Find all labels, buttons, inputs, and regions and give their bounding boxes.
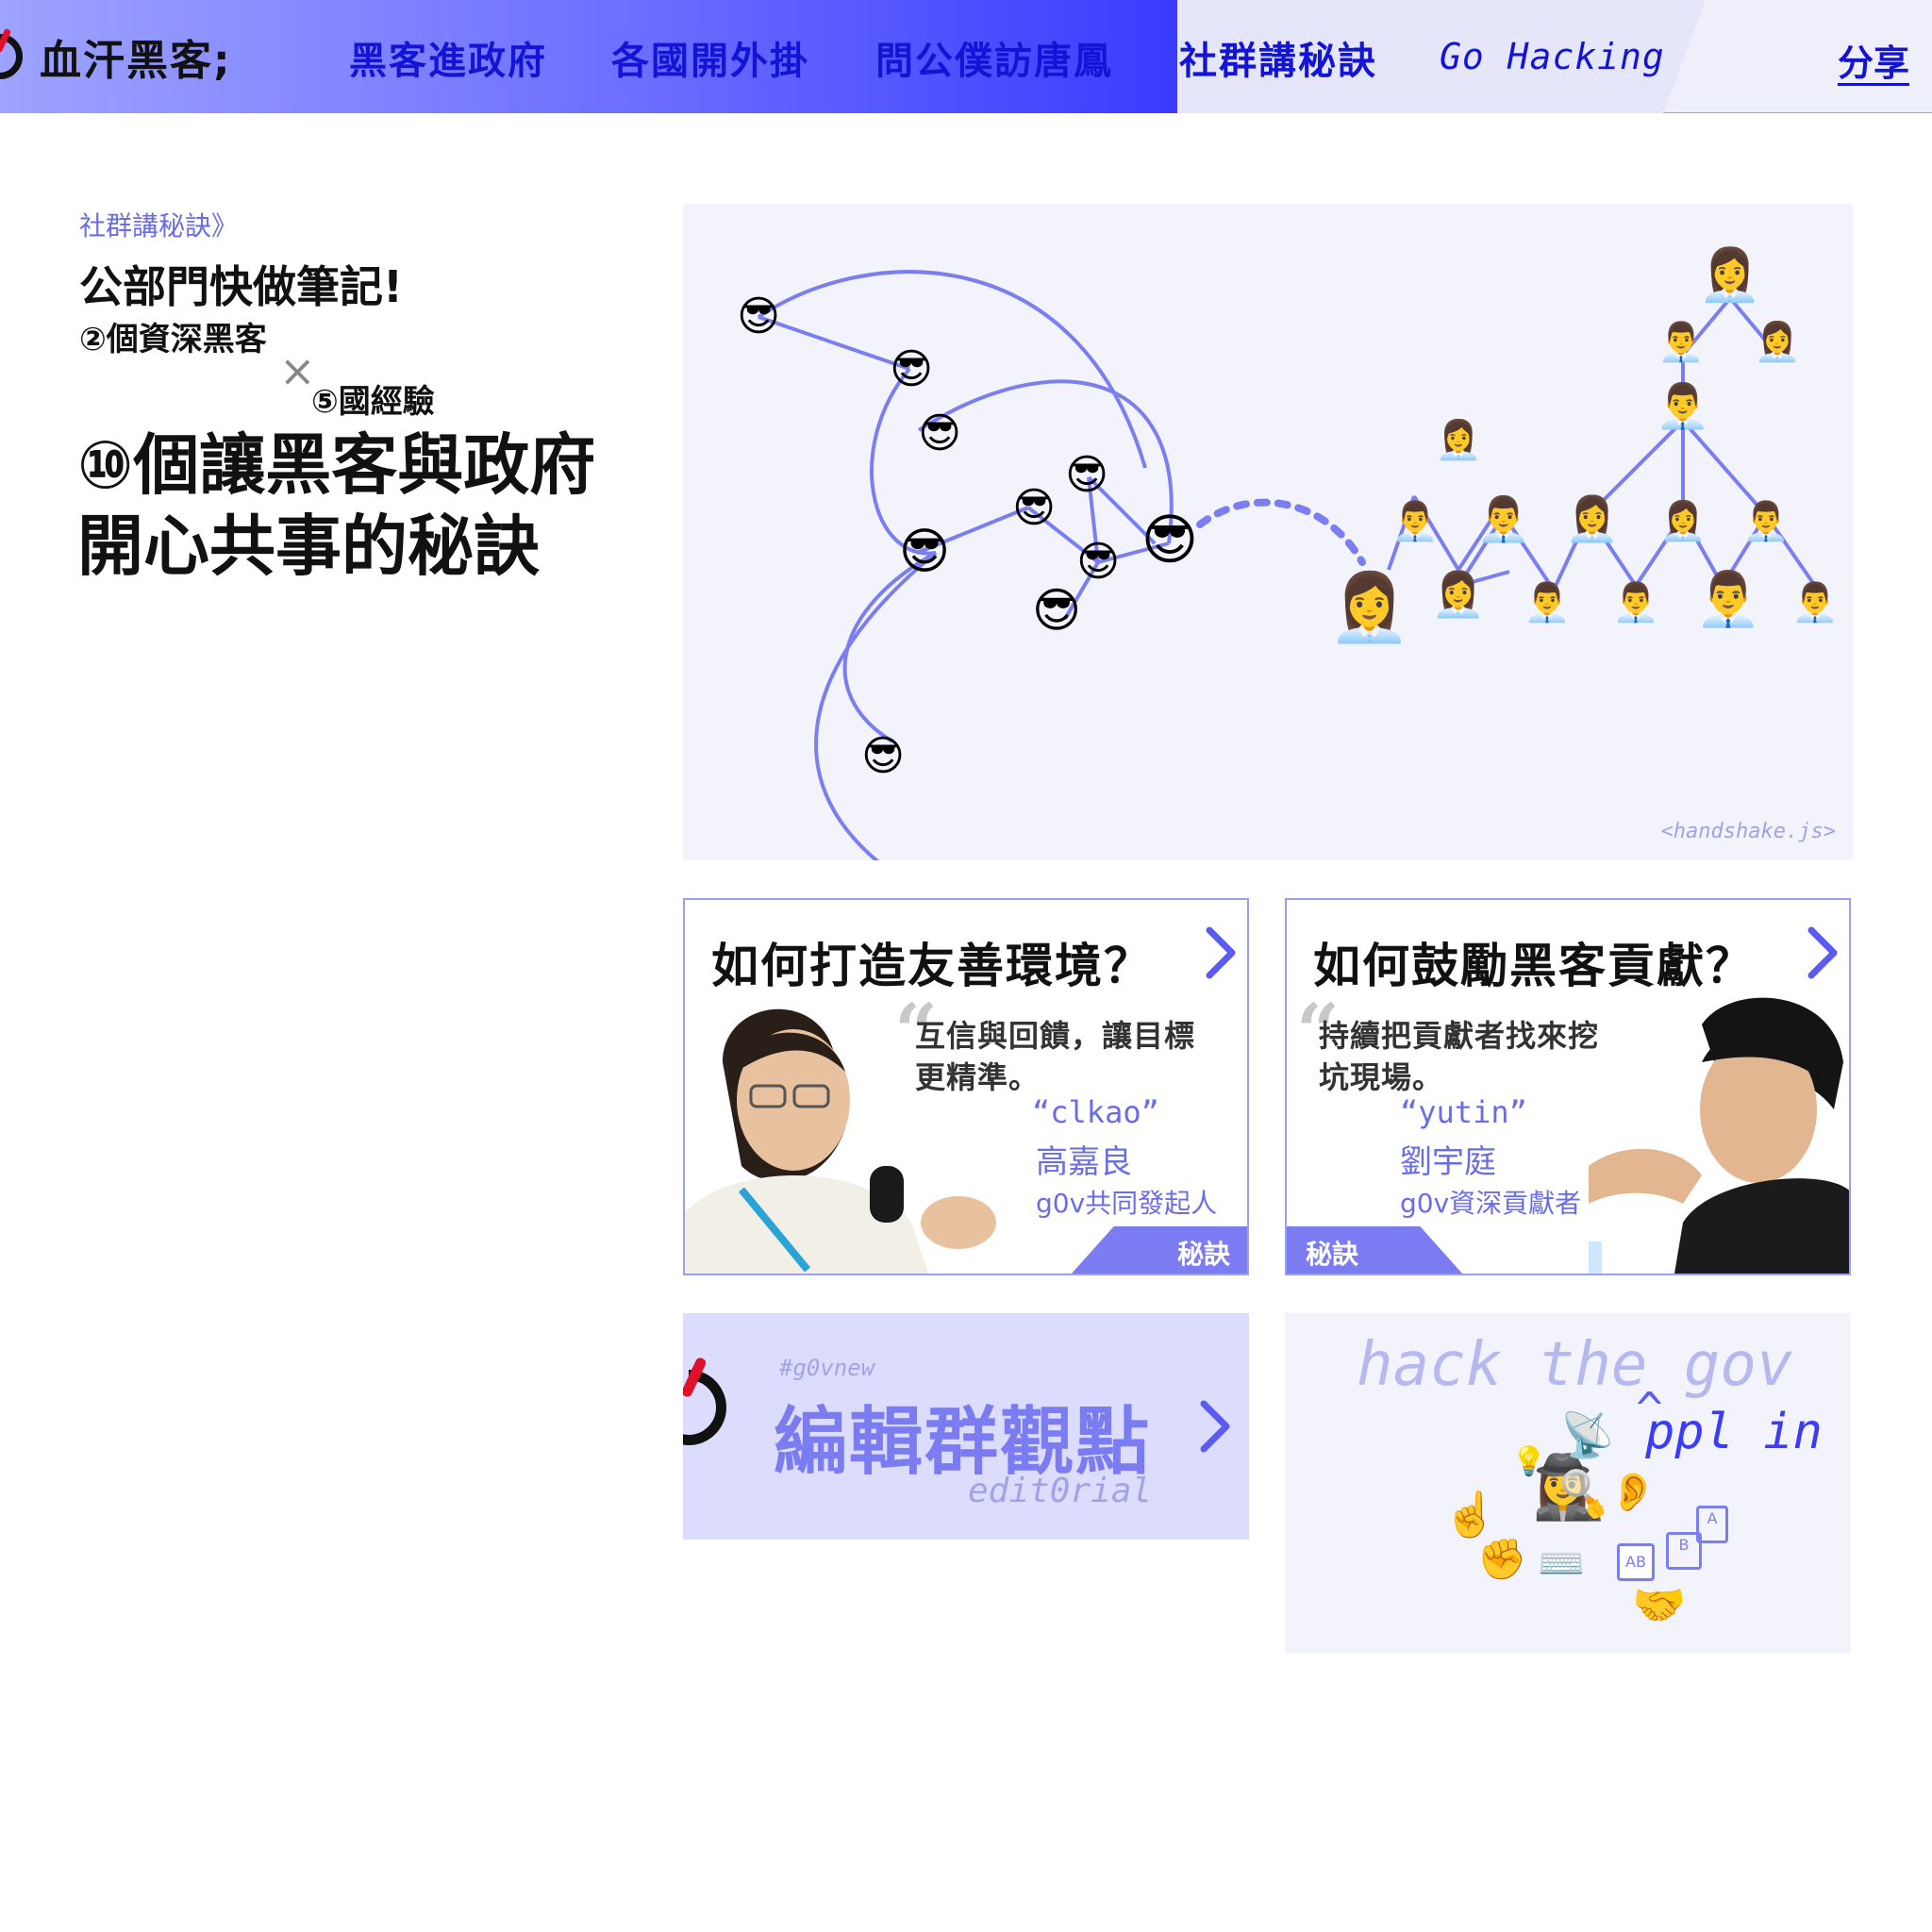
brand[interactable]: 血汗黑客; [0,27,232,85]
card-quote: 持續把貢獻者找來挖 坑現場。 [1319,1015,1599,1098]
intro-hackers-count: ②個資深黑客 [79,321,267,358]
man-officer-icon: 👨‍💼 [1476,493,1530,544]
quote-line: 更精準。 [915,1059,1041,1095]
page-title-line2: 開心共事的秘訣 [77,508,540,585]
nav-item-community-tips[interactable]: 社群講秘訣 [1179,30,1377,85]
brand-name: 血汗黑客; [40,37,232,85]
intro-countries-count: ⑤國經驗 [311,383,435,421]
quote-line: 坑現場。 [1319,1059,1444,1095]
intro-subtitle: 公部門快做筆記! [79,261,403,312]
editorial-hashtag: #g0vnew [779,1355,875,1381]
woman-officer-icon: 👩‍💼 [1431,569,1485,620]
hack-line1: hack the gov [1357,1330,1793,1400]
tip-tag: 秘訣 [1287,1226,1462,1274]
hack-the-gov-illustration: hack the gov ^ ppl in ☝️ ✊ ⌨️ 🕵️‍♀️ 📡 💡 … [1285,1313,1851,1653]
fist-icon: ✊ [1477,1536,1527,1582]
lightbulb-icon: 💡 [1511,1445,1547,1478]
nav-item-interview[interactable]: 問公僕訪唐鳳 [875,30,1113,85]
man-officer-icon: 👨‍💼 [1656,380,1709,431]
editorial-subtitle: edit0rial [968,1472,1153,1510]
quote-line: 持續把貢獻者找來挖 [1319,1018,1600,1054]
woman-officer-icon: 👩‍💼 [1659,499,1707,543]
cool-face-icon: 😎 [918,409,961,458]
cool-face-icon: 😎 [1065,451,1108,499]
nav-item-hackers-in-gov[interactable]: 黑客進政府 [349,30,547,85]
hero-illustration: 😎 😎 😎 😎 😎 😎 😎 😎 😎 😎 👩‍💼 👨‍💼 👩‍💼 👨‍💼 👩‍💼 … [683,204,1853,860]
cool-face-icon: 😎 [1012,484,1056,532]
cool-face-icon: 😎 [861,732,905,780]
g0v-logo-icon [683,1356,726,1445]
man-officer-icon: 👨‍💼 [1524,580,1571,625]
person-name: 高嘉良 [1036,1143,1132,1181]
nav-item-go-hacking[interactable]: Go Hacking [1440,36,1665,77]
speech-bubble-icon: A [1696,1506,1728,1543]
cool-face-icon: 😎 [1076,538,1120,586]
government-nodes: 👩‍💼 👨‍💼 👩‍💼 👨‍💼 👩‍💼 👨‍💼 👨‍💼 👩‍💼 👩‍💼 👨‍💼 … [1328,245,1838,646]
chevron-right-icon [1200,1400,1230,1453]
ear-icon: 👂 [1609,1471,1657,1514]
page-title-line1: ⑩個讓黑客與政府 [77,426,596,504]
man-officer-icon: 👨‍💼 [1391,499,1439,543]
brand-logo-icon [0,27,28,85]
chevron-right-icon [1206,926,1236,979]
man-officer-icon: 👨‍💼 [1657,320,1705,364]
cool-face-icon: 😎 [1032,583,1081,638]
pointing-hand-icon: ☝️ [1443,1489,1498,1540]
keyboard-icon: ⌨️ [1538,1542,1585,1586]
satellite-dish-icon: 📡 [1560,1409,1615,1460]
editorial-card[interactable]: #g0vnew 編輯群觀點 edit0rial [683,1313,1249,1540]
chevron-right-icon [1807,926,1838,979]
man-officer-icon: 👨‍💼 [1695,569,1761,630]
cool-face-icon: 😎 [890,345,933,393]
page-title: ⑩個讓黑客與政府 開心共事的秘訣 [77,425,643,587]
person-handle: “yutin” [1400,1094,1527,1130]
handshake-icon: 🤝 [1632,1579,1687,1630]
portrait-yutin [1570,987,1849,1274]
hero-caption: <handshake.js> [1660,820,1836,843]
cross-mark: × [279,345,316,396]
cool-face-icon: 😎 [899,524,950,580]
breadcrumb[interactable]: 社群講秘訣》 [79,206,238,243]
person-handle: “clkao” [1032,1094,1159,1130]
cool-face-icon: 😎 [737,292,780,341]
handshake-graph: 😎 😎 😎 😎 😎 😎 😎 😎 😎 😎 👩‍💼 👨‍💼 👩‍💼 👨‍💼 👩‍💼 … [737,245,1839,860]
share-link[interactable]: 分享 [1838,34,1909,86]
woman-officer-icon: 👩‍💼 [1328,569,1410,646]
quote-line: 互信與回饋，讓目標 [915,1018,1196,1054]
nav-item-countries[interactable]: 各國開外掛 [611,30,809,85]
top-nav: 血汗黑客; 黑客進政府 各國開外掛 問公僕訪唐鳳 社群講秘訣 Go Hackin… [0,0,1932,113]
man-officer-icon: 👨‍💼 [1791,580,1839,625]
person-role: g0v共同發起人 [1036,1188,1218,1219]
person-role: g0v資深貢獻者 [1400,1188,1582,1219]
card-quote: 互信與回饋，讓目標 更精準。 [915,1015,1195,1098]
woman-officer-icon: 👩‍💼 [1698,245,1761,305]
woman-officer-icon: 👩‍💼 [1565,493,1619,544]
person-name: 劉宇庭 [1400,1143,1496,1181]
woman-officer-icon: 👩‍💼 [1435,418,1482,462]
tip-tag: 秘訣 [1072,1226,1247,1274]
hacker-nodes: 😎 😎 😎 😎 😎 😎 😎 😎 😎 😎 [737,292,1198,780]
hack-line2: ppl in [1645,1404,1823,1460]
cool-face-icon: 😎 [1141,508,1198,572]
man-officer-icon: 👨‍💼 [1612,580,1659,625]
tip-card-friendly-environment[interactable]: 如何打造友善環境？ “ 互信與回饋，讓目標 更精準。 “clkao” 高嘉良 g… [683,898,1249,1275]
man-officer-icon: 👨‍💼 [1742,499,1790,543]
woman-officer-icon: 👩‍💼 [1754,320,1801,364]
speech-bubble-icon: AB [1617,1543,1655,1581]
tip-card-encourage-contribution[interactable]: 如何鼓勵黑客貢獻？ “ 持續把貢獻者找來挖 坑現場。 “yutin” 劉宇庭 g… [1285,898,1851,1275]
